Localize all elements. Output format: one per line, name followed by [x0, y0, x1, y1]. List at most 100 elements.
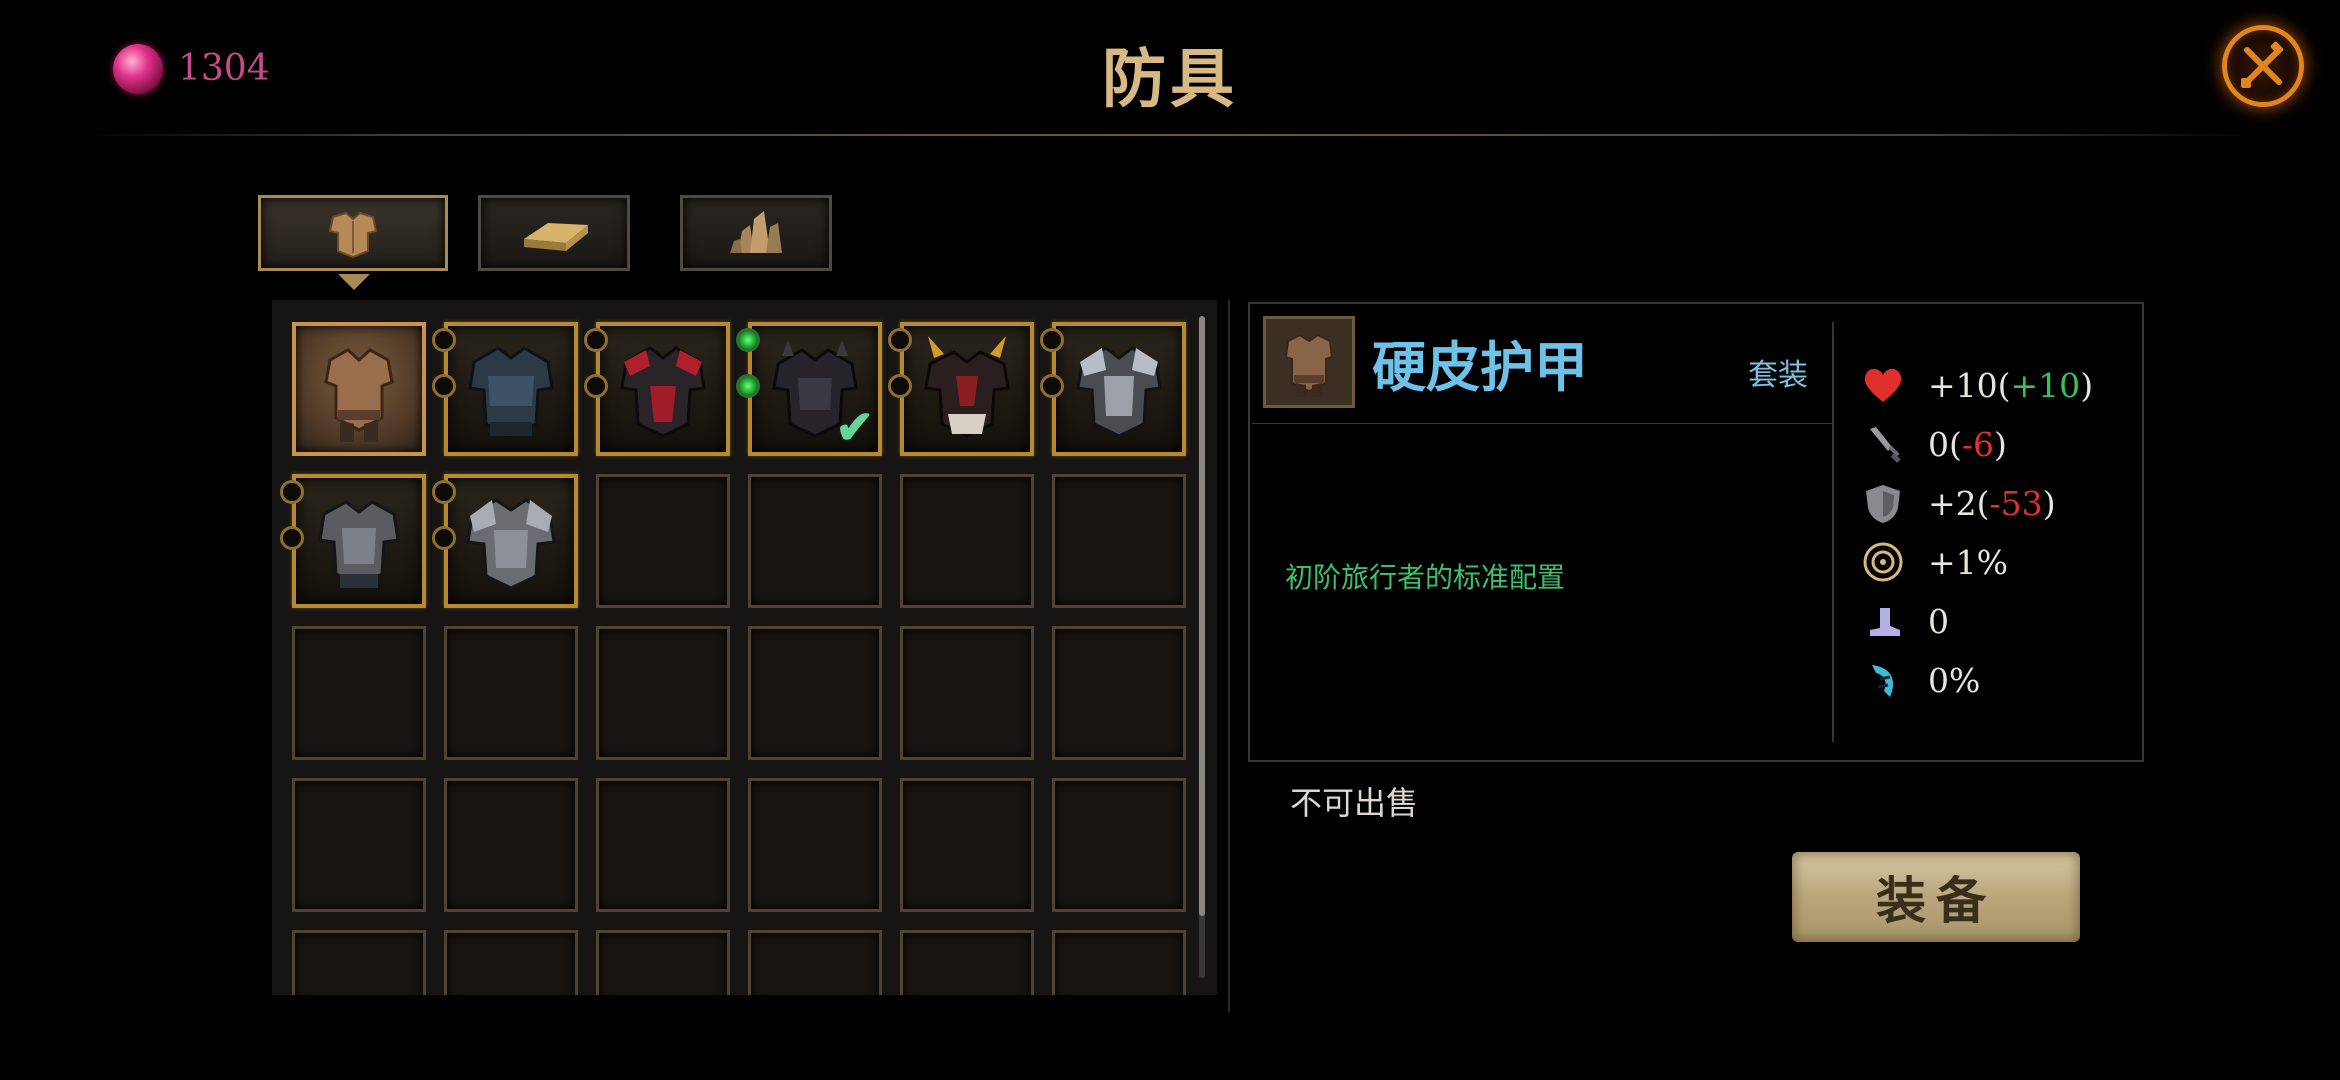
- inventory-slot-empty[interactable]: [596, 778, 730, 912]
- armor-icon: [328, 211, 378, 259]
- inventory-slot-empty[interactable]: [292, 626, 426, 760]
- stat-delta: +10: [2010, 365, 2081, 405]
- inventory-slot-empty[interactable]: [444, 930, 578, 995]
- socket-empty: [432, 526, 456, 550]
- inventory-slot-empty[interactable]: [900, 778, 1034, 912]
- socket-empty: [280, 480, 304, 504]
- inventory-slot-empty[interactable]: [900, 626, 1034, 760]
- dark-plate-blue-armor-icon: [468, 346, 554, 438]
- selected-item-icon: [1263, 316, 1355, 408]
- stat-row: +1%: [1860, 539, 2008, 585]
- inventory-slot-item[interactable]: [432, 474, 578, 608]
- heart-icon: [1860, 362, 1906, 408]
- stat-value: 0(-6): [1928, 424, 2007, 464]
- socket-empty: [280, 526, 304, 550]
- inventory-slot-empty[interactable]: [292, 930, 426, 995]
- stat-base-value: +2: [1928, 483, 1977, 523]
- socket-gem-green: [736, 328, 760, 352]
- stat-base-value: +10: [1928, 365, 1998, 405]
- inventory-slot-item[interactable]: [888, 322, 1034, 456]
- red-dark-plate-armor-icon: [620, 346, 706, 438]
- inventory-slot-item[interactable]: ✔: [736, 322, 882, 456]
- socket-empty: [432, 374, 456, 398]
- inventory-slot-empty[interactable]: [900, 930, 1034, 995]
- crit-icon: [1860, 539, 1906, 585]
- close-button[interactable]: [2222, 25, 2304, 107]
- inventory-slot-empty[interactable]: [444, 626, 578, 760]
- socket-empty: [1040, 328, 1064, 352]
- inventory-slot-item[interactable]: [1040, 322, 1186, 456]
- socket-empty: [432, 480, 456, 504]
- inventory-slot-empty[interactable]: [1052, 778, 1186, 912]
- crystal-icon: [730, 211, 782, 253]
- page-title: 防具: [1102, 42, 1238, 117]
- tab-armor[interactable]: [258, 195, 448, 271]
- equip-button[interactable]: 装备: [1792, 852, 2080, 942]
- socket-empty: [888, 374, 912, 398]
- boot-icon: [1860, 598, 1906, 644]
- inventory-slot-empty[interactable]: [900, 474, 1034, 608]
- inventory-slot-item[interactable]: [432, 322, 578, 456]
- silver-plate-armor-icon: [1076, 346, 1162, 438]
- inventory-slot-empty[interactable]: [596, 474, 730, 608]
- item-name: 硬皮护甲: [1372, 335, 1588, 399]
- stat-value: 0%: [1928, 661, 1980, 700]
- stat-base-value: 0%: [1928, 660, 1981, 700]
- steel-knight-plate-armor-icon: [318, 500, 400, 588]
- tab-materials[interactable]: [478, 195, 630, 271]
- panel-divider: [1228, 300, 1230, 1012]
- stat-row: 0(-6): [1860, 421, 2007, 467]
- socket-gem-green: [736, 374, 760, 398]
- item-description: 初阶旅行者的标准配置: [1285, 561, 1566, 594]
- equipped-check-icon: ✔: [835, 400, 874, 454]
- stat-row: 0%: [1860, 657, 1980, 703]
- inventory-slot-empty[interactable]: [596, 930, 730, 995]
- inventory-slot-empty[interactable]: [1052, 626, 1186, 760]
- stat-value: +10(+10): [1928, 365, 2094, 405]
- sword-icon: [1860, 421, 1906, 467]
- leather-brown-armor-icon: [324, 348, 394, 442]
- inventory-slot-item[interactable]: [292, 322, 426, 456]
- set-bonus-link[interactable]: 套装: [1748, 350, 1808, 394]
- inventory-slot-empty[interactable]: [444, 778, 578, 912]
- socket-empty: [888, 328, 912, 352]
- detail-header-divider: [1252, 423, 1832, 424]
- stat-base-value: 0: [1928, 424, 1949, 464]
- inventory-panel: ✔: [272, 300, 1217, 995]
- active-tab-indicator: [338, 274, 370, 290]
- inventory-slot-empty[interactable]: [292, 778, 426, 912]
- ingot-icon: [524, 223, 588, 251]
- inventory-slot-empty[interactable]: [1052, 474, 1186, 608]
- inventory-slot-empty[interactable]: [748, 778, 882, 912]
- inventory-slot-empty[interactable]: [596, 626, 730, 760]
- detail-stats-divider: [1832, 322, 1834, 742]
- sell-status: 不可出售: [1290, 784, 1419, 822]
- stat-base-value: 0: [1928, 601, 1949, 641]
- inventory-slot-empty[interactable]: [748, 930, 882, 995]
- stat-row: +2(-53): [1860, 480, 2056, 526]
- horned-demon-plate-armor-icon: [924, 336, 1010, 438]
- inventory-slot-empty[interactable]: [1052, 930, 1186, 995]
- tab-crystals[interactable]: [680, 195, 832, 271]
- stat-value: +2(-53): [1928, 483, 2056, 523]
- stat-value: +1%: [1928, 543, 2008, 582]
- inventory-slot-item[interactable]: [280, 474, 426, 608]
- claw-icon: [1860, 657, 1906, 703]
- stat-base-value: +1%: [1928, 542, 2009, 582]
- inventory-slot-empty[interactable]: [748, 626, 882, 760]
- inventory-slot-empty[interactable]: [748, 474, 882, 608]
- socket-empty: [584, 374, 608, 398]
- stat-value: 0: [1928, 602, 1949, 641]
- socket-empty: [1040, 374, 1064, 398]
- socket-empty: [584, 328, 608, 352]
- heavy-steel-plate-armor-icon: [466, 498, 556, 590]
- close-icon: [2241, 41, 2284, 88]
- stat-row: 0: [1860, 598, 1949, 644]
- inventory-scrollbar-thumb[interactable]: [1199, 316, 1205, 916]
- socket-empty: [432, 328, 456, 352]
- stat-delta: -6: [1961, 424, 1995, 464]
- inventory-slot-item[interactable]: [584, 322, 730, 456]
- stat-row: +10(+10): [1860, 362, 2093, 408]
- shield-icon: [1860, 480, 1906, 526]
- header-divider: [80, 134, 2260, 136]
